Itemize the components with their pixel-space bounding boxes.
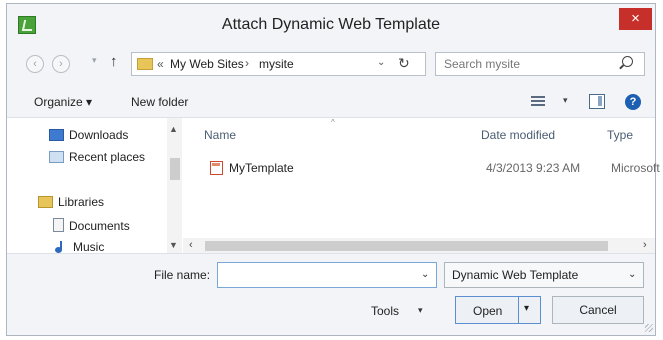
folder-icon [137, 58, 153, 70]
file-name-input[interactable]: ⌄ [217, 262, 437, 288]
address-dropdown-icon[interactable]: ⌄ [377, 57, 385, 68]
column-header-type[interactable]: Type [607, 128, 633, 142]
scroll-down-icon[interactable]: ▼ [169, 240, 178, 250]
sidebar-item-label: Recent places [69, 150, 146, 164]
file-name-dropdown-icon[interactable]: ⌄ [421, 269, 429, 280]
file-type-dropdown-icon: ⌄ [628, 269, 637, 280]
back-button[interactable]: ‹ [26, 55, 44, 73]
navigation-bar: ‹ › ▾ ↑ « My Web Sites › mysite ⌄ ↻ Sear… [7, 46, 655, 82]
new-folder-button[interactable]: New folder [131, 95, 188, 109]
column-header-date-modified[interactable]: Date modified [481, 128, 555, 142]
close-button[interactable]: × [619, 8, 652, 30]
browser-area: Downloads Recent places Libraries Docume… [7, 117, 660, 254]
scroll-up-icon[interactable]: ▲ [169, 124, 178, 134]
address-bar[interactable]: « My Web Sites › mysite ⌄ ↻ [131, 52, 426, 76]
navigation-pane: Downloads Recent places Libraries Docume… [7, 118, 183, 254]
window-title: Attach Dynamic Web Template [221, 16, 441, 33]
tools-menu-button[interactable]: Tools [371, 304, 399, 318]
open-button[interactable]: Open ▾ [455, 296, 541, 324]
file-date: 4/3/2013 9:23 AM [486, 161, 581, 175]
file-type-select[interactable]: Dynamic Web Template ⌄ [444, 262, 644, 288]
open-options-split-button[interactable]: ▾ [518, 297, 541, 323]
refresh-icon[interactable]: ↻ [398, 55, 410, 72]
documents-icon [53, 218, 64, 232]
search-input[interactable]: Search mysite [435, 52, 645, 76]
file-type-value: Dynamic Web Template [452, 268, 579, 282]
downloads-icon [49, 129, 64, 141]
sidebar-item-music[interactable]: Music [53, 240, 104, 254]
chevron-down-icon: ▾ [524, 303, 530, 314]
sidebar-item-downloads[interactable]: Downloads [49, 128, 128, 142]
sidebar-item-documents[interactable]: Documents [53, 218, 130, 233]
search-placeholder: Search mysite [444, 57, 521, 71]
recent-locations-dropdown-icon[interactable]: ▾ [92, 55, 97, 66]
help-icon[interactable]: ? [625, 94, 641, 110]
search-icon[interactable] [622, 56, 633, 67]
chevron-left-icon[interactable]: « [157, 57, 164, 71]
horizontal-scrollbar[interactable]: ‹ › [183, 238, 655, 253]
scrollbar-thumb[interactable] [170, 158, 180, 180]
scroll-left-icon[interactable]: ‹ [189, 239, 193, 251]
command-toolbar: Organize ▾ New folder ▾ ? [7, 88, 655, 118]
scroll-right-icon[interactable]: › [643, 239, 647, 251]
title-bar: Attach Dynamic Web Template × [7, 4, 655, 46]
file-name-label: File name: [154, 268, 211, 282]
sidebar-item-recent-places[interactable]: Recent places [49, 150, 145, 164]
open-button-label: Open [473, 304, 503, 318]
dialog-window: Attach Dynamic Web Template × ‹ › ▾ ↑ « … [6, 3, 660, 336]
view-dropdown-icon[interactable]: ▾ [563, 95, 568, 106]
column-header-name[interactable]: Name [204, 128, 236, 142]
dwt-file-icon [210, 161, 223, 175]
file-row[interactable]: MyTemplate 4/3/2013 9:23 AM Microsoft [183, 158, 660, 180]
libraries-icon [38, 196, 53, 208]
horizontal-scrollbar-thumb[interactable] [205, 241, 608, 251]
sidebar-scrollbar[interactable]: ▲ ▼ [167, 118, 182, 253]
recent-places-icon [49, 151, 64, 163]
organize-button[interactable]: Organize ▾ [34, 95, 92, 109]
sidebar-item-label: Libraries [58, 195, 105, 209]
file-type: Microsoft [611, 161, 660, 175]
sort-ascending-icon: ^ [331, 118, 335, 127]
tools-dropdown-icon[interactable]: ▾ [418, 305, 423, 316]
sidebar-item-label: Music [73, 240, 105, 254]
preview-pane-icon[interactable] [589, 94, 605, 109]
sidebar-item-label: Downloads [69, 128, 129, 142]
resize-grip[interactable] [645, 324, 653, 332]
breadcrumb-separator-icon[interactable]: › [245, 56, 249, 70]
sidebar-item-libraries[interactable]: Libraries [38, 195, 104, 209]
view-options-icon[interactable] [531, 96, 545, 108]
breadcrumb-mysite[interactable]: mysite [259, 57, 294, 71]
file-name: MyTemplate [229, 161, 294, 175]
sidebar-item-label: Documents [69, 219, 130, 233]
breadcrumb-my-web-sites[interactable]: My Web Sites [170, 57, 244, 71]
cancel-button[interactable]: Cancel [552, 296, 644, 324]
forward-button[interactable]: › [52, 55, 70, 73]
up-arrow-icon[interactable]: ↑ [110, 53, 118, 70]
file-list: Name ^ Date modified Type MyTemplate 4/3… [183, 118, 660, 253]
music-icon [53, 241, 68, 253]
